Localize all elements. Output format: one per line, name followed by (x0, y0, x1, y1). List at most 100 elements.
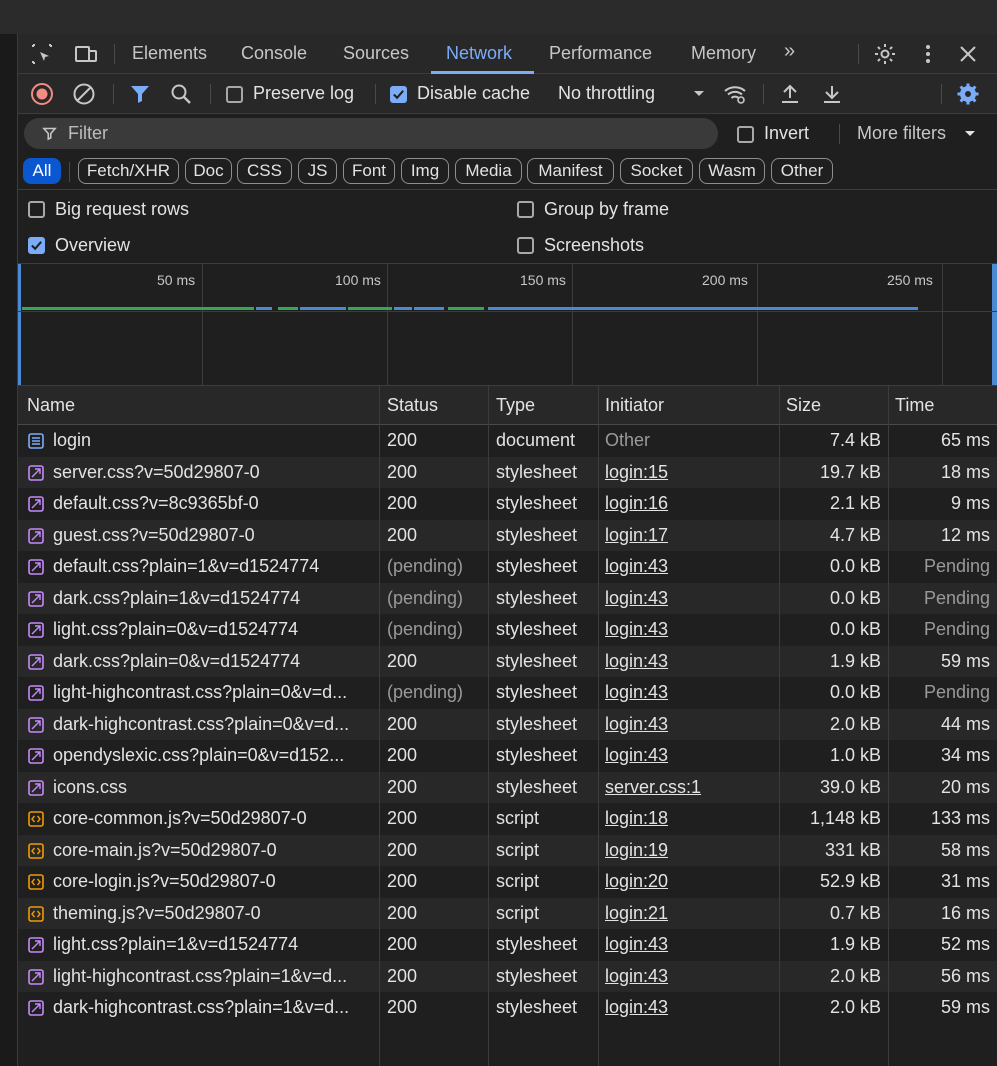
cell-initiator[interactable]: login:43 (605, 682, 775, 703)
cell-status: 200 (387, 965, 418, 986)
cell-time: 18 ms (940, 461, 990, 482)
chip-all[interactable]: All (23, 158, 61, 184)
cell-name: core-login.js?v=50d29807-0 (53, 871, 276, 891)
table-row[interactable]: light-highcontrast.css?plain=1&v=d... 200… (18, 960, 997, 992)
throttling-select[interactable]: No throttling (558, 83, 655, 104)
more-tabs-button[interactable]: » (784, 40, 795, 64)
overview-checkbox[interactable] (28, 237, 45, 254)
chevron-down-icon[interactable] (964, 130, 976, 138)
tab-sources[interactable]: Sources (343, 43, 409, 67)
search-icon[interactable] (169, 82, 193, 106)
table-row[interactable]: dark.css?plain=0&v=d1524774 200 stylesheet… (18, 645, 997, 677)
gear-icon[interactable] (873, 42, 897, 66)
overview-left-handle[interactable] (18, 264, 21, 385)
cell-size: 4.7 kB (829, 524, 881, 545)
cell-initiator[interactable]: login:15 (605, 462, 775, 483)
table-row[interactable]: light.css?plain=0&v=d1524774 (pending) sty… (18, 614, 997, 646)
filter-icon[interactable] (128, 82, 152, 106)
col-size-header[interactable]: Size (786, 395, 821, 416)
chip-fetch-xhr[interactable]: Fetch/XHR (78, 158, 179, 184)
table-row[interactable]: core-login.js?v=50d29807-0 200 script login… (18, 866, 997, 898)
col-name-header[interactable]: Name (27, 395, 75, 416)
col-initiator-header[interactable]: Initiator (605, 395, 664, 416)
table-row[interactable]: dark-highcontrast.css?plain=0&v=d... 200 s… (18, 708, 997, 740)
cell-initiator[interactable]: login:43 (605, 714, 775, 735)
cell-initiator[interactable]: server.css:1 (605, 777, 775, 798)
import-har-icon[interactable] (778, 82, 802, 106)
big-request-rows-checkbox[interactable] (28, 201, 45, 218)
cell-initiator[interactable]: login:43 (605, 651, 775, 672)
table-row[interactable]: theming.js?v=50d29807-0 200 script login:21… (18, 897, 997, 929)
network-overview-timeline[interactable]: 50 ms 100 ms 150 ms 200 ms 250 ms (18, 264, 997, 386)
group-by-frame-label: Group by frame (544, 199, 670, 219)
group-by-frame-checkbox[interactable] (517, 201, 534, 218)
more-vert-icon[interactable] (916, 42, 940, 66)
table-row[interactable]: default.css?v=8c9365bf-0 200 stylesheet log… (18, 488, 997, 520)
table-row[interactable]: default.css?plain=1&v=d1524774 (pending) s… (18, 551, 997, 583)
stylesheet-icon (28, 527, 44, 544)
table-row[interactable]: core-main.js?v=50d29807-0 200 script login:… (18, 834, 997, 866)
cell-initiator[interactable]: login:43 (605, 556, 775, 577)
chip-media[interactable]: Media (455, 158, 522, 184)
chip-wasm[interactable]: Wasm (699, 158, 765, 184)
col-status-header[interactable]: Status (387, 395, 438, 416)
overview-gridline (572, 264, 573, 385)
col-type-header[interactable]: Type (496, 395, 535, 416)
stop-recording-icon[interactable] (30, 82, 54, 106)
preserve-log-checkbox[interactable] (226, 86, 243, 103)
cell-size: 19.7 kB (819, 461, 881, 482)
chip-img[interactable]: Img (401, 158, 449, 184)
chip-manifest[interactable]: Manifest (527, 158, 614, 184)
table-row[interactable]: opendyslexic.css?plain=0&v=d152... 200 sty… (18, 740, 997, 772)
more-filters-dropdown[interactable]: More filters (857, 123, 946, 144)
tab-network[interactable]: Network (446, 43, 512, 67)
table-row[interactable]: server.css?v=50d29807-0 200 stylesheet logi… (18, 456, 997, 488)
table-row[interactable]: light.css?plain=1&v=d1524774 200 styleshee… (18, 929, 997, 961)
clear-icon[interactable] (72, 82, 96, 106)
screenshots-checkbox[interactable] (517, 237, 534, 254)
tab-console[interactable]: Console (241, 43, 307, 67)
cell-initiator[interactable]: login:19 (605, 840, 775, 861)
table-row[interactable]: dark-highcontrast.css?plain=1&v=d... 200 s… (18, 992, 997, 1024)
network-settings-gear-icon[interactable] (956, 82, 980, 106)
chip-css[interactable]: CSS (237, 158, 292, 184)
cell-initiator[interactable]: login:43 (605, 966, 775, 987)
table-row[interactable]: light-highcontrast.css?plain=0&v=d... (pe… (18, 677, 997, 709)
cell-initiator[interactable]: login:43 (605, 745, 775, 766)
table-row[interactable]: guest.css?v=50d29807-0 200 stylesheet login… (18, 519, 997, 551)
export-har-icon[interactable] (820, 82, 844, 106)
cell-initiator[interactable]: login:16 (605, 493, 775, 514)
cell-initiator[interactable]: login:17 (605, 525, 775, 546)
overview-right-handle[interactable] (992, 264, 997, 385)
tab-memory[interactable]: Memory (691, 43, 756, 67)
chip-doc[interactable]: Doc (185, 158, 232, 184)
cell-name: light.css?plain=1&v=d1524774 (53, 934, 299, 954)
disable-cache-checkbox[interactable] (390, 86, 407, 103)
cell-initiator[interactable]: login:21 (605, 903, 775, 924)
cell-initiator[interactable]: login:43 (605, 588, 775, 609)
col-time-header[interactable]: Time (895, 395, 934, 416)
stylesheet-icon (28, 716, 44, 733)
table-row[interactable]: core-common.js?v=50d29807-0 200 script logi… (18, 803, 997, 835)
cell-initiator[interactable]: login:43 (605, 997, 775, 1018)
close-icon[interactable] (956, 42, 980, 66)
tab-elements[interactable]: Elements (132, 43, 207, 67)
cell-initiator[interactable]: login:18 (605, 808, 775, 829)
inspect-element-icon[interactable] (30, 42, 54, 66)
chip-other[interactable]: Other (771, 158, 833, 184)
filter-input[interactable]: Filter (24, 118, 718, 149)
table-row[interactable]: dark.css?plain=1&v=d1524774 (pending) styl… (18, 582, 997, 614)
table-row[interactable]: login 200 document Other 7.4 kB 65 ms (18, 425, 997, 457)
chevron-down-icon[interactable] (693, 90, 705, 98)
tab-performance[interactable]: Performance (549, 43, 652, 67)
invert-checkbox[interactable] (737, 126, 754, 143)
device-toolbar-icon[interactable] (74, 42, 98, 66)
table-row[interactable]: icons.css 200 stylesheet server.css:1 39.0 k… (18, 771, 997, 803)
cell-initiator[interactable]: login:20 (605, 871, 775, 892)
cell-initiator[interactable]: login:43 (605, 619, 775, 640)
cell-initiator[interactable]: login:43 (605, 934, 775, 955)
chip-js[interactable]: JS (298, 158, 337, 184)
chip-socket[interactable]: Socket (620, 158, 693, 184)
network-conditions-icon[interactable] (723, 82, 747, 106)
chip-font[interactable]: Font (343, 158, 395, 184)
